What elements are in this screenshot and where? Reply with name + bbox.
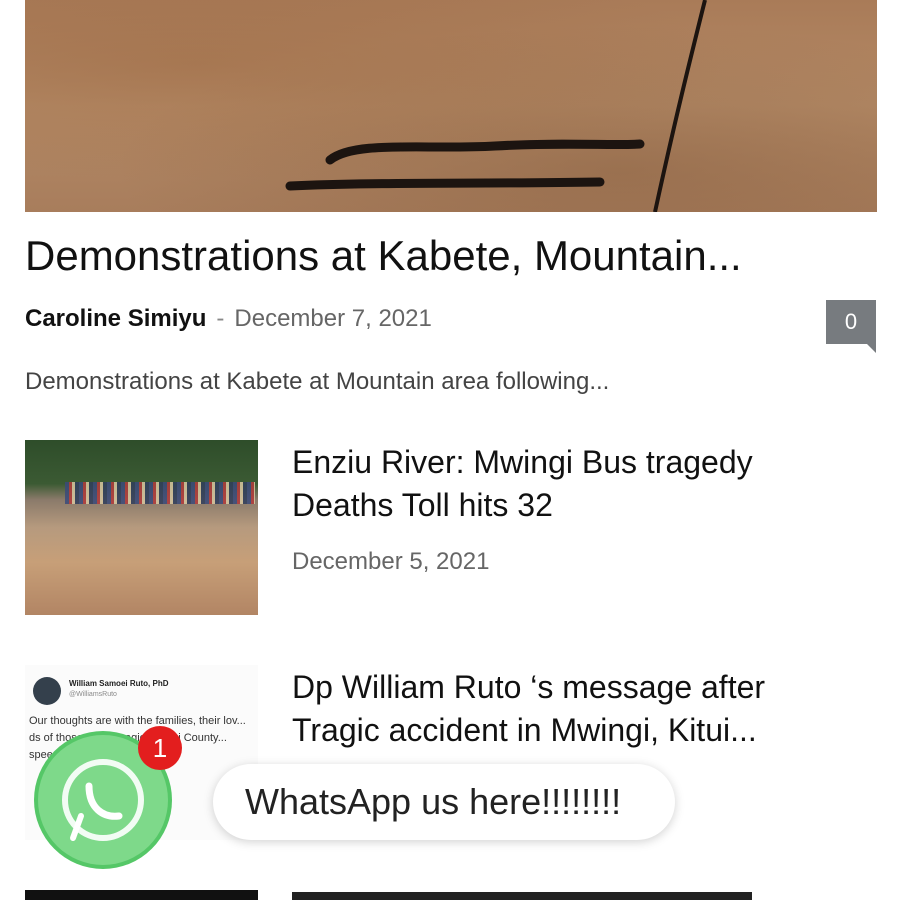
road-markings — [285, 0, 707, 212]
tweet-avatar — [33, 677, 61, 705]
featured-title[interactable]: Demonstrations at Kabete, Mountain... — [25, 232, 875, 280]
article-title-next[interactable] — [292, 888, 792, 900]
whatsapp-tooltip[interactable]: WhatsApp us here!!!!!!!! — [213, 764, 675, 840]
meta-separator: - — [216, 305, 225, 332]
author-link[interactable]: Caroline Simiyu — [25, 305, 206, 332]
comment-count-badge[interactable]: 0 — [826, 300, 876, 353]
article-thumbnail-next[interactable] — [25, 890, 258, 900]
article-thumbnail-river[interactable] — [25, 440, 258, 615]
article-title-ruto[interactable]: Dp William Ruto ‘s message after Tragic … — [292, 666, 852, 752]
tweet-author-name: William Samoei Ruto, PhD — [69, 679, 169, 688]
article-date-enziu: December 5, 2021 — [292, 548, 490, 575]
whatsapp-notification-badge: 1 — [138, 726, 182, 770]
tweet-author-handle: @WilliamsRuto — [69, 691, 117, 698]
featured-meta: Caroline Simiyu - December 7, 2021 — [25, 305, 432, 333]
crowd-graphic — [65, 482, 255, 504]
featured-image[interactable] — [25, 0, 877, 212]
whatsapp-icon — [62, 759, 144, 841]
featured-excerpt: Demonstrations at Kabete at Mountain are… — [25, 368, 610, 395]
article-title-enziu[interactable]: Enziu River: Mwingi Bus tragedy Deaths T… — [292, 441, 852, 527]
publish-date: December 7, 2021 — [234, 305, 432, 332]
